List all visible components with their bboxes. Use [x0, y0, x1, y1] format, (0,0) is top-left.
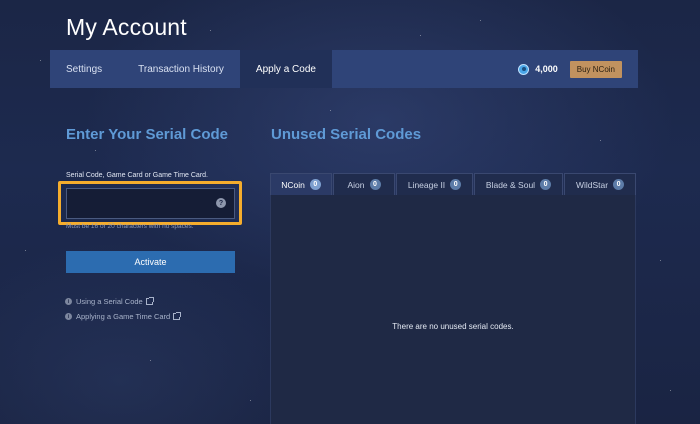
- account-navbar: Settings Transaction History Apply a Cod…: [50, 50, 638, 88]
- serial-code-input[interactable]: [66, 188, 235, 219]
- tab-count-badge: 0: [450, 179, 462, 190]
- tab-count-badge: 0: [369, 179, 381, 190]
- serial-code-heading: Enter Your Serial Code: [66, 126, 228, 143]
- tab-blade-and-soul[interactable]: Blade & Soul 0: [474, 173, 563, 195]
- link-label: Using a Serial Code: [76, 297, 143, 306]
- unused-codes-panel: There are no unused serial codes.: [270, 195, 636, 424]
- tab-count-badge: 0: [309, 179, 321, 190]
- link-label: Applying a Game Time Card: [76, 312, 171, 321]
- applying-game-time-card-link[interactable]: i Applying a Game Time Card: [65, 312, 182, 321]
- tab-wildstar[interactable]: WildStar 0: [564, 173, 636, 195]
- tab-aion[interactable]: Aion 0: [333, 173, 395, 195]
- help-icon[interactable]: ?: [216, 198, 226, 208]
- tab-label: WildStar: [575, 179, 609, 190]
- unused-codes-heading: Unused Serial Codes: [271, 126, 422, 143]
- unused-codes-tabs: NCoin 0 Aion 0 Lineage II 0 Blade & Soul…: [270, 173, 636, 195]
- balance-area: 4,000 Buy NCoin: [518, 50, 638, 88]
- tab-transaction-history[interactable]: Transaction History: [118, 50, 240, 88]
- tab-label: Blade & Soul: [485, 179, 536, 190]
- tab-count-badge: 0: [613, 179, 625, 190]
- serial-code-hint: Must be 16 or 20 characters with no spac…: [66, 223, 194, 230]
- serial-code-label: Serial Code, Game Card or Game Time Card…: [66, 172, 208, 179]
- activate-button[interactable]: Activate: [66, 251, 235, 273]
- tab-ncoin[interactable]: NCoin 0: [270, 173, 332, 195]
- tab-label: Aion: [347, 179, 365, 190]
- tab-label: NCoin: [281, 179, 305, 190]
- ncoin-balance: 4,000: [535, 64, 558, 74]
- empty-state-message: There are no unused serial codes.: [392, 322, 514, 331]
- tab-apply-a-code[interactable]: Apply a Code: [239, 50, 332, 88]
- tab-lineage-ii[interactable]: Lineage II 0: [396, 173, 473, 195]
- external-link-icon: [145, 297, 154, 305]
- ncoin-icon: [518, 63, 530, 75]
- tab-label: Lineage II: [407, 179, 446, 190]
- using-serial-code-link[interactable]: i Using a Serial Code: [65, 297, 154, 306]
- tab-settings[interactable]: Settings: [50, 50, 118, 88]
- page-title: My Account: [66, 14, 187, 40]
- tab-count-badge: 0: [540, 179, 552, 190]
- info-icon: i: [65, 298, 72, 305]
- info-icon: i: [65, 313, 72, 320]
- external-link-icon: [173, 312, 182, 320]
- buy-ncoin-button[interactable]: Buy NCoin: [569, 60, 622, 78]
